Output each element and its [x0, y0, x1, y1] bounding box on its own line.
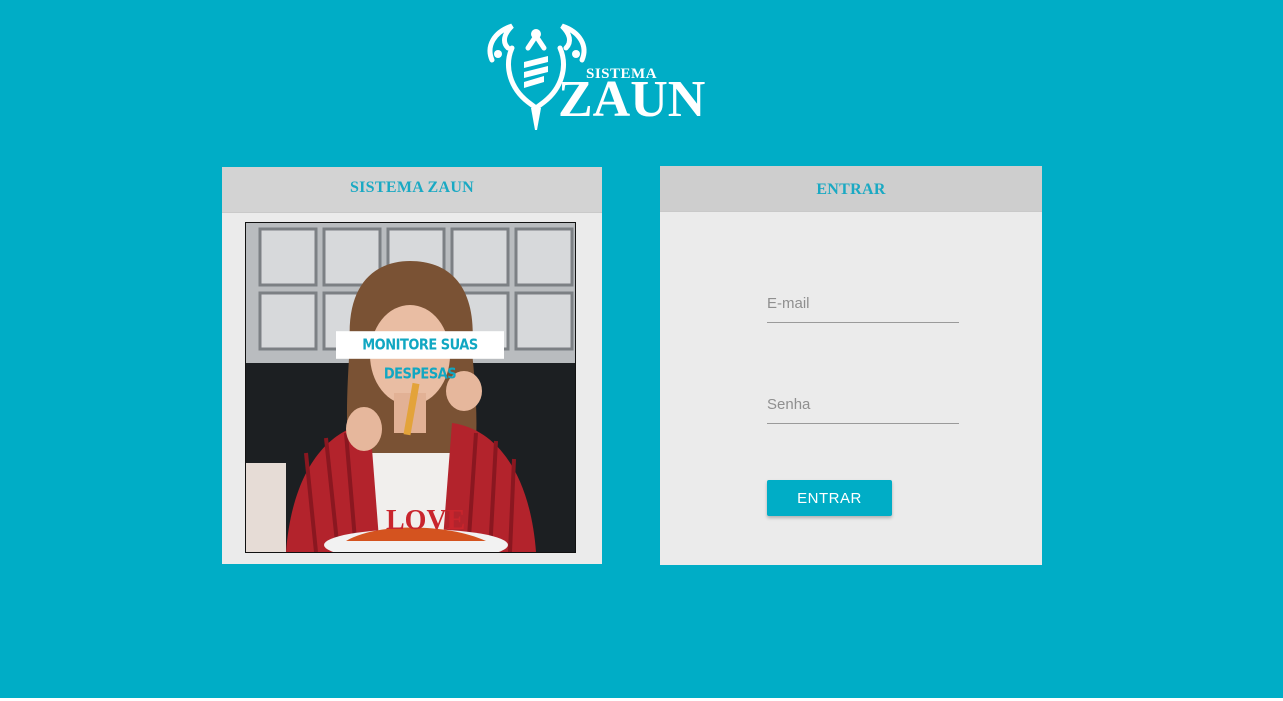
zaun-logo: SISTEMA ZAUN — [484, 18, 714, 134]
logo-big-text: ZAUN — [558, 71, 706, 128]
email-field-wrapper — [767, 284, 959, 324]
email-field[interactable] — [767, 284, 959, 323]
password-field-wrapper — [767, 385, 959, 425]
password-field[interactable] — [767, 385, 959, 424]
promo-image: LOVE MONITORE SUAS DESPESAS — [245, 222, 576, 553]
about-panel: SISTEMA ZAUN LOVE MONITORE SUAS DESPESAS — [222, 167, 602, 564]
svg-text:LOVE: LOVE — [386, 505, 465, 536]
about-panel-title: SISTEMA ZAUN — [222, 167, 602, 213]
login-panel: ENTRAR ENTRAR — [660, 166, 1042, 565]
login-button[interactable]: ENTRAR — [767, 480, 892, 516]
promo-caption: MONITORE SUAS DESPESAS — [336, 331, 504, 383]
login-panel-title: ENTRAR — [660, 166, 1042, 212]
